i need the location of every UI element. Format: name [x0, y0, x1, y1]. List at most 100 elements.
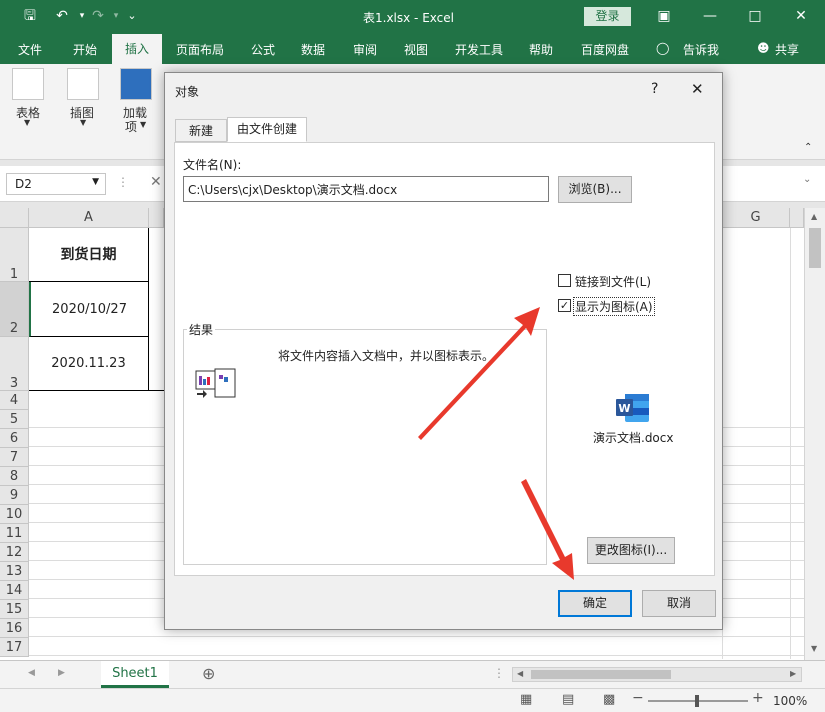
tab-developer[interactable]: 开发工具: [455, 41, 503, 58]
display-as-icon-checkbox[interactable]: ✓: [558, 299, 571, 312]
zoom-slider-thumb[interactable]: [695, 695, 699, 707]
addin-icon[interactable]: [120, 68, 152, 100]
row-header-10[interactable]: 10: [0, 505, 29, 524]
ribbon-display-icon[interactable]: ▣: [652, 5, 676, 27]
sheet-tab-sheet1[interactable]: Sheet1: [101, 661, 169, 688]
row-header-16[interactable]: 16: [0, 619, 29, 638]
scroll-thumb[interactable]: [531, 670, 671, 679]
page-layout-view-icon[interactable]: ▤: [562, 692, 574, 707]
maximize-icon[interactable]: □: [743, 5, 767, 27]
table-icon[interactable]: [12, 68, 44, 100]
login-button[interactable]: 登录: [584, 7, 631, 26]
horizontal-scrollbar[interactable]: ◀ ▶: [512, 667, 802, 682]
status-bar: ▦ ▤ ▩ − + 100%: [0, 688, 825, 712]
customize-qat-icon[interactable]: ⌄: [120, 5, 144, 27]
expand-formula-icon[interactable]: ⌄: [803, 174, 811, 185]
cell-a2[interactable]: 2020/10/27: [29, 282, 149, 337]
column-header-h[interactable]: [790, 208, 804, 228]
row-header-1[interactable]: 1: [0, 228, 29, 282]
tab-new[interactable]: 新建: [175, 119, 227, 142]
help-icon[interactable]: ?: [651, 81, 658, 97]
cell-a1[interactable]: 到货日期: [29, 228, 149, 282]
minimize-icon[interactable]: —: [698, 5, 722, 27]
tab-file[interactable]: 文件: [18, 41, 42, 58]
row-header-6[interactable]: 6: [0, 429, 29, 448]
row-header-8[interactable]: 8: [0, 467, 29, 486]
result-groupbox: [183, 329, 547, 565]
vertical-scrollbar[interactable]: ▲ ▼: [804, 208, 825, 660]
zoom-in-icon[interactable]: +: [752, 690, 764, 706]
name-box-value: D2: [15, 177, 32, 191]
chevron-down-icon[interactable]: ▼: [80, 118, 86, 127]
tab-page-layout[interactable]: 页面布局: [176, 41, 224, 58]
chevron-down-icon[interactable]: ▼: [140, 120, 146, 129]
more-icon: ⋮: [493, 666, 505, 680]
illustration-icon[interactable]: [67, 68, 99, 100]
scroll-thumb[interactable]: [809, 228, 821, 268]
row-header-13[interactable]: 13: [0, 562, 29, 581]
share-button[interactable]: 共享: [775, 41, 799, 58]
close-window-icon[interactable]: ✕: [789, 5, 813, 27]
tab-baidu-netdisk[interactable]: 百度网盘: [581, 41, 629, 58]
zoom-level[interactable]: 100%: [773, 694, 807, 708]
zoom-out-icon[interactable]: −: [632, 690, 644, 706]
row-header-5[interactable]: 5: [0, 410, 29, 429]
browse-button[interactable]: 浏览(B)...: [558, 176, 632, 203]
addin-label-2[interactable]: 项: [125, 118, 137, 135]
link-to-file-checkbox[interactable]: [558, 274, 571, 287]
row-header-3[interactable]: 3: [0, 337, 29, 391]
tab-from-file[interactable]: 由文件创建: [227, 117, 307, 142]
window-title: 表1.xlsx - Excel: [363, 11, 454, 25]
cell-a3[interactable]: 2020.11.23: [29, 337, 149, 391]
scroll-right-icon[interactable]: ▶: [790, 669, 796, 678]
row-header-14[interactable]: 14: [0, 581, 29, 600]
scroll-left-icon[interactable]: ◀: [517, 669, 523, 678]
insert-object-icon: [195, 368, 236, 398]
row-header-12[interactable]: 12: [0, 543, 29, 562]
select-all-corner[interactable]: [0, 208, 29, 228]
filename-input[interactable]: C:\Users\cjx\Desktop\演示文档.docx: [183, 176, 549, 202]
user-icon: ☻: [757, 41, 770, 55]
lightbulb-icon: ◯: [656, 41, 670, 55]
tab-home[interactable]: 开始: [73, 41, 97, 58]
cancel-button[interactable]: 取消: [642, 590, 716, 617]
row-header-15[interactable]: 15: [0, 600, 29, 619]
row-header-4[interactable]: 4: [0, 391, 29, 410]
page-break-view-icon[interactable]: ▩: [603, 692, 615, 707]
gridline: [790, 228, 791, 659]
tab-insert[interactable]: 插入: [112, 34, 162, 64]
link-to-file-label[interactable]: 链接到文件(L): [575, 273, 651, 290]
change-icon-button[interactable]: 更改图标(I)...: [587, 537, 675, 564]
row-header-11[interactable]: 11: [0, 524, 29, 543]
next-sheet-icon[interactable]: ▶: [58, 668, 65, 678]
column-header-b[interactable]: [149, 208, 164, 228]
tab-help[interactable]: 帮助: [529, 41, 553, 58]
row-header-17[interactable]: 17: [0, 638, 29, 657]
tab-data[interactable]: 数据: [301, 41, 325, 58]
row-header-2[interactable]: 2: [0, 282, 29, 337]
add-sheet-icon[interactable]: ⊕: [202, 664, 215, 683]
tab-review[interactable]: 审阅: [353, 41, 377, 58]
cancel-formula-icon[interactable]: ✕: [150, 174, 162, 190]
more-icon: ⋮: [117, 175, 129, 189]
row-header-9[interactable]: 9: [0, 486, 29, 505]
cell-b-region[interactable]: [149, 228, 164, 391]
scroll-up-icon[interactable]: ▲: [811, 212, 817, 221]
prev-sheet-icon[interactable]: ◀: [28, 668, 35, 678]
row-header-7[interactable]: 7: [0, 448, 29, 467]
column-header-g[interactable]: G: [722, 208, 790, 228]
collapse-ribbon-icon[interactable]: ⌃: [804, 142, 812, 153]
display-as-icon-label[interactable]: 显示为图标(A): [573, 297, 655, 316]
chevron-down-icon[interactable]: ▼: [24, 118, 30, 127]
normal-view-icon[interactable]: ▦: [520, 692, 532, 707]
tab-view[interactable]: 视图: [404, 41, 428, 58]
ok-button[interactable]: 确定: [558, 590, 632, 617]
chevron-down-icon[interactable]: ▼: [92, 177, 99, 187]
save-icon[interactable]: 🖫: [18, 5, 42, 27]
name-box[interactable]: D2 ▼: [6, 173, 106, 195]
scroll-down-icon[interactable]: ▼: [811, 644, 817, 653]
tab-formulas[interactable]: 公式: [251, 41, 275, 58]
column-header-a[interactable]: A: [29, 208, 149, 228]
close-icon[interactable]: ✕: [691, 80, 704, 98]
tell-me-search[interactable]: 告诉我: [683, 41, 719, 58]
